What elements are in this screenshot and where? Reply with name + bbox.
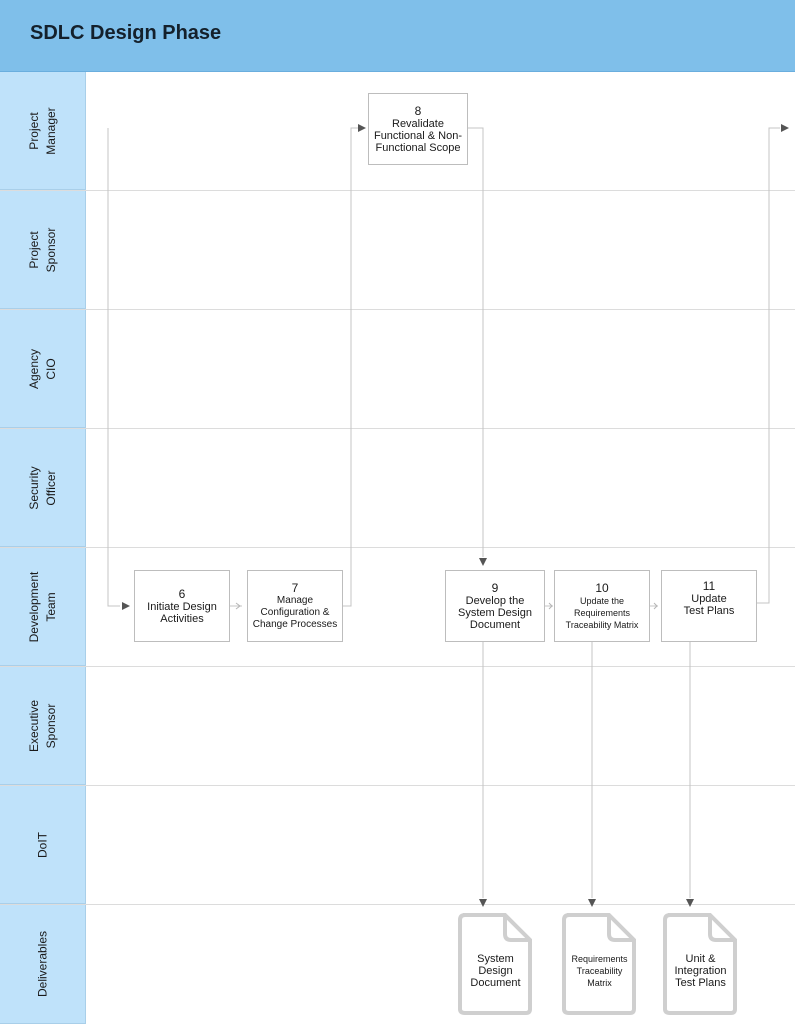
lane-label-text: Deliverables (35, 930, 49, 998)
deliverable-label: Requirements Traceability Matrix (571, 954, 628, 988)
lane-label: Project Manager (0, 72, 86, 190)
lane-label: Development Team (0, 548, 86, 666)
step-10-update-rtm[interactable]: 10 Update the Requirements Traceability … (554, 570, 650, 642)
step-number: 6 (178, 587, 186, 601)
step-label: Manage Configuration & Change Processes (252, 595, 338, 630)
step-9-develop-sdd[interactable]: 9 Develop the System Design Document (445, 570, 545, 642)
deliverable-label: System Design Document (470, 953, 521, 989)
step-7-manage-configuration[interactable]: 7 Manage Configuration & Change Processe… (247, 570, 343, 642)
lane-label: Project Sponsor (0, 191, 86, 309)
deliverable-system-design-document[interactable]: System Design Document (457, 912, 534, 1016)
lane-label-text: Security Officer (26, 465, 58, 510)
lane-label-text: Executive Sponsor (26, 699, 58, 752)
lane-label: DoIT (0, 786, 86, 904)
deliverable-label: Unit & Integration Test Plans (674, 953, 727, 989)
lane-label: Security Officer (0, 429, 86, 547)
lane-executive-sponsor: Executive Sponsor (0, 667, 795, 786)
step-number: 10 (595, 581, 609, 595)
lane-label-text: Project Manager (26, 106, 58, 155)
lane-project-sponsor: Project Sponsor (0, 191, 795, 310)
lane-label-text: Project Sponsor (26, 227, 58, 272)
header-bar: SDLC Design Phase (0, 0, 795, 72)
lane-agency-cio: Agency CIO (0, 310, 795, 429)
lane-label-text: Agency CIO (26, 348, 58, 389)
step-label: Initiate Design Activities (147, 601, 217, 625)
step-label: Update the Requirements Traceability Mat… (565, 596, 639, 630)
step-11-update-test-plans[interactable]: 11 Update Test Plans (661, 570, 757, 642)
step-6-initiate-design[interactable]: 6 Initiate Design Activities (134, 570, 230, 642)
step-number: 7 (291, 581, 299, 595)
step-label: Develop the System Design Document (458, 595, 532, 631)
lane-label: Deliverables (0, 905, 86, 1024)
lane-security-officer: Security Officer (0, 429, 795, 548)
lane-doit: DoIT (0, 786, 795, 905)
lane-label: Agency CIO (0, 310, 86, 428)
step-number: 9 (491, 581, 499, 595)
step-number: 8 (414, 104, 422, 118)
lane-label: Executive Sponsor (0, 667, 86, 785)
lane-label-text: DoIT (35, 831, 49, 858)
step-8-revalidate-scope[interactable]: 8 Revalidate Functional & Non- Functiona… (368, 93, 468, 165)
lane-label-text: Development Team (26, 571, 58, 642)
step-number: 11 (702, 579, 716, 593)
step-label: Revalidate Functional & Non- Functional … (373, 118, 463, 154)
step-label: Update Test Plans (683, 593, 735, 617)
deliverable-requirements-traceability-matrix[interactable]: Requirements Traceability Matrix (561, 912, 638, 1016)
page-title: SDLC Design Phase (30, 22, 222, 44)
deliverable-test-plans[interactable]: Unit & Integration Test Plans (662, 912, 739, 1016)
